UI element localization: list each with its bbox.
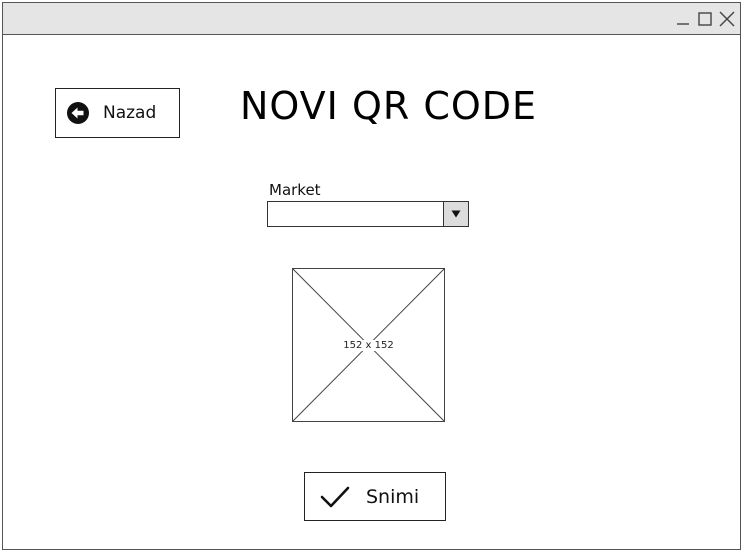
back-button-label: Nazad — [103, 103, 157, 123]
triangle-down-icon — [451, 210, 461, 218]
image-size-label: 152 x 152 — [293, 340, 444, 351]
minimize-icon — [677, 23, 689, 25]
app-window: Nazad NOVI QR CODE Market 152 x 152 Snim… — [2, 2, 741, 550]
minimize-button[interactable] — [672, 8, 694, 30]
image-size-text: 152 x 152 — [342, 340, 395, 351]
maximize-button[interactable] — [694, 8, 716, 30]
page-title: NOVI QR CODE — [240, 84, 538, 128]
close-button[interactable] — [716, 8, 738, 30]
market-label: Market — [269, 181, 321, 199]
market-select[interactable] — [267, 201, 469, 227]
back-button[interactable]: Nazad — [55, 88, 180, 138]
market-select-toggle[interactable] — [443, 202, 468, 226]
save-button[interactable]: Snimi — [304, 472, 446, 521]
close-icon — [719, 11, 735, 27]
window-controls — [672, 8, 738, 30]
title-bar — [3, 3, 740, 35]
arrow-left-circle-icon — [67, 102, 89, 124]
save-button-label: Snimi — [366, 485, 420, 508]
maximize-icon — [698, 12, 712, 26]
qr-image-placeholder: 152 x 152 — [292, 268, 445, 422]
checkmark-icon — [320, 486, 350, 507]
